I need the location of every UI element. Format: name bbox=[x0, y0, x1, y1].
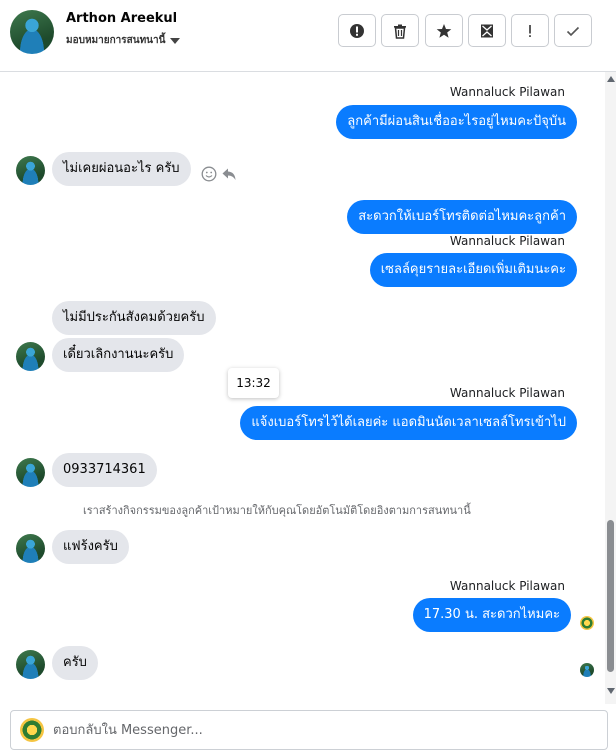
reply-icon[interactable] bbox=[221, 166, 237, 182]
message-thread: Wannaluck Pilawan ลูกค้ามีผ่อนสินเชื่ออะ… bbox=[0, 72, 605, 704]
outgoing-message[interactable]: แจ้งเบอร์โทรไว้ได้เลยค่ะ แอดมินนัดเวลาเซ… bbox=[240, 406, 577, 440]
check-icon bbox=[566, 26, 580, 36]
reply-composer bbox=[10, 710, 608, 750]
incoming-message[interactable]: ไม่เคยผ่อนอะไร ครับ bbox=[52, 152, 191, 186]
assign-conversation-dropdown[interactable]: มอบหมายการสนทนานี้ bbox=[66, 33, 181, 48]
star-button[interactable] bbox=[425, 14, 463, 47]
archive-envelope-icon bbox=[481, 24, 493, 37]
seen-avatar bbox=[580, 663, 594, 677]
outgoing-message[interactable]: ลูกค้ามีผ่อนสินเชื่ออะไรอยู่ไหมคะปัจุบัน bbox=[336, 105, 577, 139]
sender-name: Wannaluck Pilawan bbox=[449, 85, 565, 99]
smiley-icon[interactable] bbox=[201, 166, 217, 182]
delete-button[interactable] bbox=[381, 14, 419, 47]
read-receipt-avatar bbox=[580, 616, 594, 630]
contact-avatar-small bbox=[16, 342, 45, 371]
trash-icon bbox=[394, 24, 406, 39]
sender-name: Wannaluck Pilawan bbox=[449, 386, 565, 400]
contact-avatar-small bbox=[16, 650, 45, 679]
system-notice: เราสร้างกิจกรรมของลูกค้าเป้าหมายให้กับคุ… bbox=[83, 504, 471, 517]
conversation-header: Arthon Areekul มอบหมายการสนทนานี้ bbox=[0, 0, 616, 72]
spam-button[interactable] bbox=[338, 14, 376, 47]
exclamation-icon bbox=[529, 24, 531, 37]
contact-avatar[interactable] bbox=[10, 10, 54, 54]
sender-name: Wannaluck Pilawan bbox=[449, 234, 565, 248]
contact-avatar-small bbox=[16, 156, 45, 185]
outgoing-message[interactable]: เซลล์คุยรายละเอียดเพิ่มเติมนะคะ bbox=[369, 253, 577, 287]
incoming-message[interactable]: ครับ bbox=[52, 646, 98, 680]
scrollbar-thumb[interactable] bbox=[607, 520, 614, 672]
outgoing-message[interactable]: สะดวกให้เบอร์โทรติดต่อไหมคะลูกค้า bbox=[347, 200, 577, 234]
page-avatar bbox=[20, 718, 44, 742]
incoming-message[interactable]: 0933714361 bbox=[52, 453, 157, 487]
message-timestamp-tooltip: 13:32 bbox=[228, 368, 279, 398]
contact-avatar-small bbox=[16, 458, 45, 487]
star-icon bbox=[436, 23, 452, 38]
done-button[interactable] bbox=[554, 14, 592, 47]
incoming-message[interactable]: แฟร้งครับ bbox=[52, 530, 129, 564]
contact-avatar-small bbox=[16, 534, 45, 563]
sender-name: Wannaluck Pilawan bbox=[449, 579, 565, 593]
outgoing-message[interactable]: 17.30 น. สะดวกไหมคะ bbox=[412, 598, 571, 632]
caret-down-icon bbox=[170, 37, 181, 44]
contact-name[interactable]: Arthon Areekul bbox=[66, 11, 177, 26]
scroll-up-arrow-icon[interactable] bbox=[607, 76, 615, 82]
reply-input[interactable] bbox=[53, 719, 593, 741]
archive-button[interactable] bbox=[468, 14, 506, 47]
incoming-message[interactable]: ไม่มีประกันสังคมด้วยครับ bbox=[52, 301, 216, 335]
incoming-message[interactable]: เดี๋ยวเลิกงานนะครับ bbox=[52, 338, 185, 372]
alert-circle-icon bbox=[350, 23, 364, 38]
message-actions bbox=[201, 166, 237, 182]
follow-up-button[interactable] bbox=[511, 14, 549, 47]
scroll-down-arrow-icon[interactable] bbox=[607, 688, 615, 694]
thread-scrollbar[interactable] bbox=[605, 72, 616, 704]
assign-conversation-label: มอบหมายการสนทนานี้ bbox=[66, 35, 166, 46]
